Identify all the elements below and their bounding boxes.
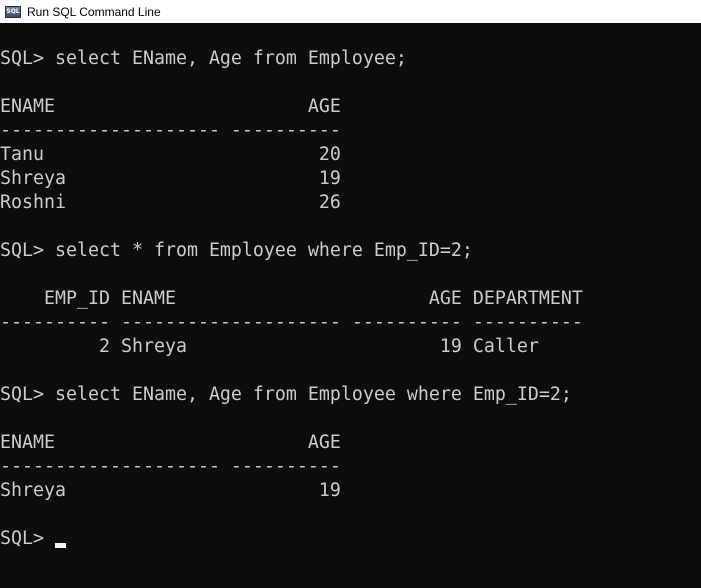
sql-prompt: SQL> (0, 528, 55, 549)
console-line: SQL> select EName, Age from Employee; (0, 48, 407, 69)
console-output[interactable]: SQL> select EName, Age from Employee; ENA… (0, 24, 701, 588)
sql-app-icon: SQL (5, 5, 21, 18)
console-line: -------------------- ---------- (0, 120, 341, 141)
console-line: SQL> select EName, Age from Employee whe… (0, 384, 572, 405)
console-line: EMP_ID ENAME AGE DEPARTMENT (0, 288, 583, 309)
console-line: ---------- -------------------- --------… (0, 312, 583, 333)
console-line: Tanu 20 (0, 144, 341, 165)
title-bar[interactable]: SQL Run SQL Command Line (0, 0, 701, 23)
console-line: ENAME AGE (0, 96, 341, 117)
console-line: SQL> select * from Employee where Emp_ID… (0, 240, 473, 261)
console-line: Shreya 19 (0, 480, 341, 501)
text-cursor (54, 543, 66, 548)
console-line: ENAME AGE (0, 432, 341, 453)
window-title: Run SQL Command Line (27, 4, 161, 19)
console-line: Shreya 19 (0, 168, 341, 189)
prompt-line[interactable]: SQL> (0, 528, 701, 552)
console-line: -------------------- ---------- (0, 456, 341, 477)
console-line: Roshni 26 (0, 192, 341, 213)
console-line: 2 Shreya 19 Caller (0, 336, 539, 357)
